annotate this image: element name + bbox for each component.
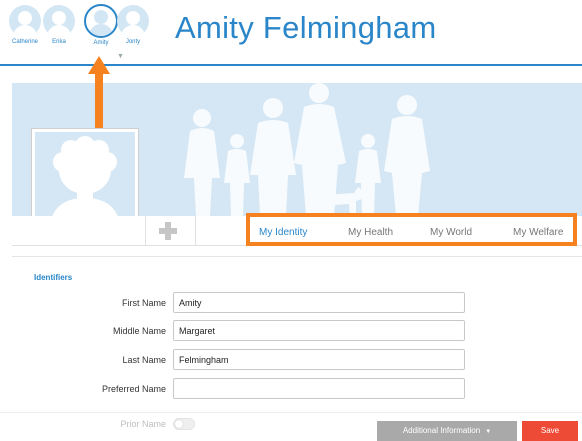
- arrow-up-icon: [88, 56, 110, 128]
- tab-my-welfare[interactable]: My Welfare: [513, 227, 563, 238]
- footer-divider: [0, 412, 582, 413]
- avatar-icon: [9, 5, 41, 37]
- tabs-highlight: My Identity My Health My World My Welfar…: [246, 213, 577, 246]
- middle-name-field[interactable]: [173, 320, 465, 341]
- chevron-down-icon[interactable]: ▼: [117, 53, 124, 60]
- avatar-icon: [43, 5, 75, 37]
- avatar-icon: [117, 5, 149, 37]
- divider: [195, 216, 196, 246]
- tab-my-health[interactable]: My Health: [348, 227, 393, 238]
- tab-my-world[interactable]: My World: [430, 227, 472, 238]
- preferred-name-field[interactable]: [173, 378, 465, 399]
- page-title: Amity Felmingham: [175, 10, 437, 45]
- section-title: Identifiers: [34, 273, 73, 282]
- last-name-field[interactable]: [173, 349, 465, 370]
- person-name: Erika: [52, 39, 66, 45]
- first-name-field[interactable]: [173, 292, 465, 313]
- preferred-name-label: Preferred Name: [101, 384, 166, 394]
- save-button[interactable]: Save: [522, 421, 578, 441]
- person-name: Jonty: [125, 39, 141, 45]
- first-name-label: First Name: [121, 298, 166, 308]
- last-name-label: Last Name: [122, 355, 166, 365]
- person-erika[interactable]: Erika: [38, 5, 80, 45]
- plus-icon[interactable]: [159, 222, 177, 240]
- prior-name-toggle[interactable]: [173, 418, 195, 430]
- person-jonty[interactable]: Jonty: [112, 5, 154, 45]
- child-avatar-icon: [35, 132, 135, 228]
- middle-name-label: Middle Name: [112, 326, 166, 336]
- tab-my-identity[interactable]: My Identity: [259, 227, 307, 238]
- additional-information-button[interactable]: Additional Information ▼: [377, 421, 517, 441]
- divider: [145, 216, 146, 246]
- additional-information-label: Additional Information: [402, 426, 481, 435]
- caret-down-icon: ▼: [485, 429, 492, 435]
- prior-name-label: Prior Name: [120, 419, 166, 429]
